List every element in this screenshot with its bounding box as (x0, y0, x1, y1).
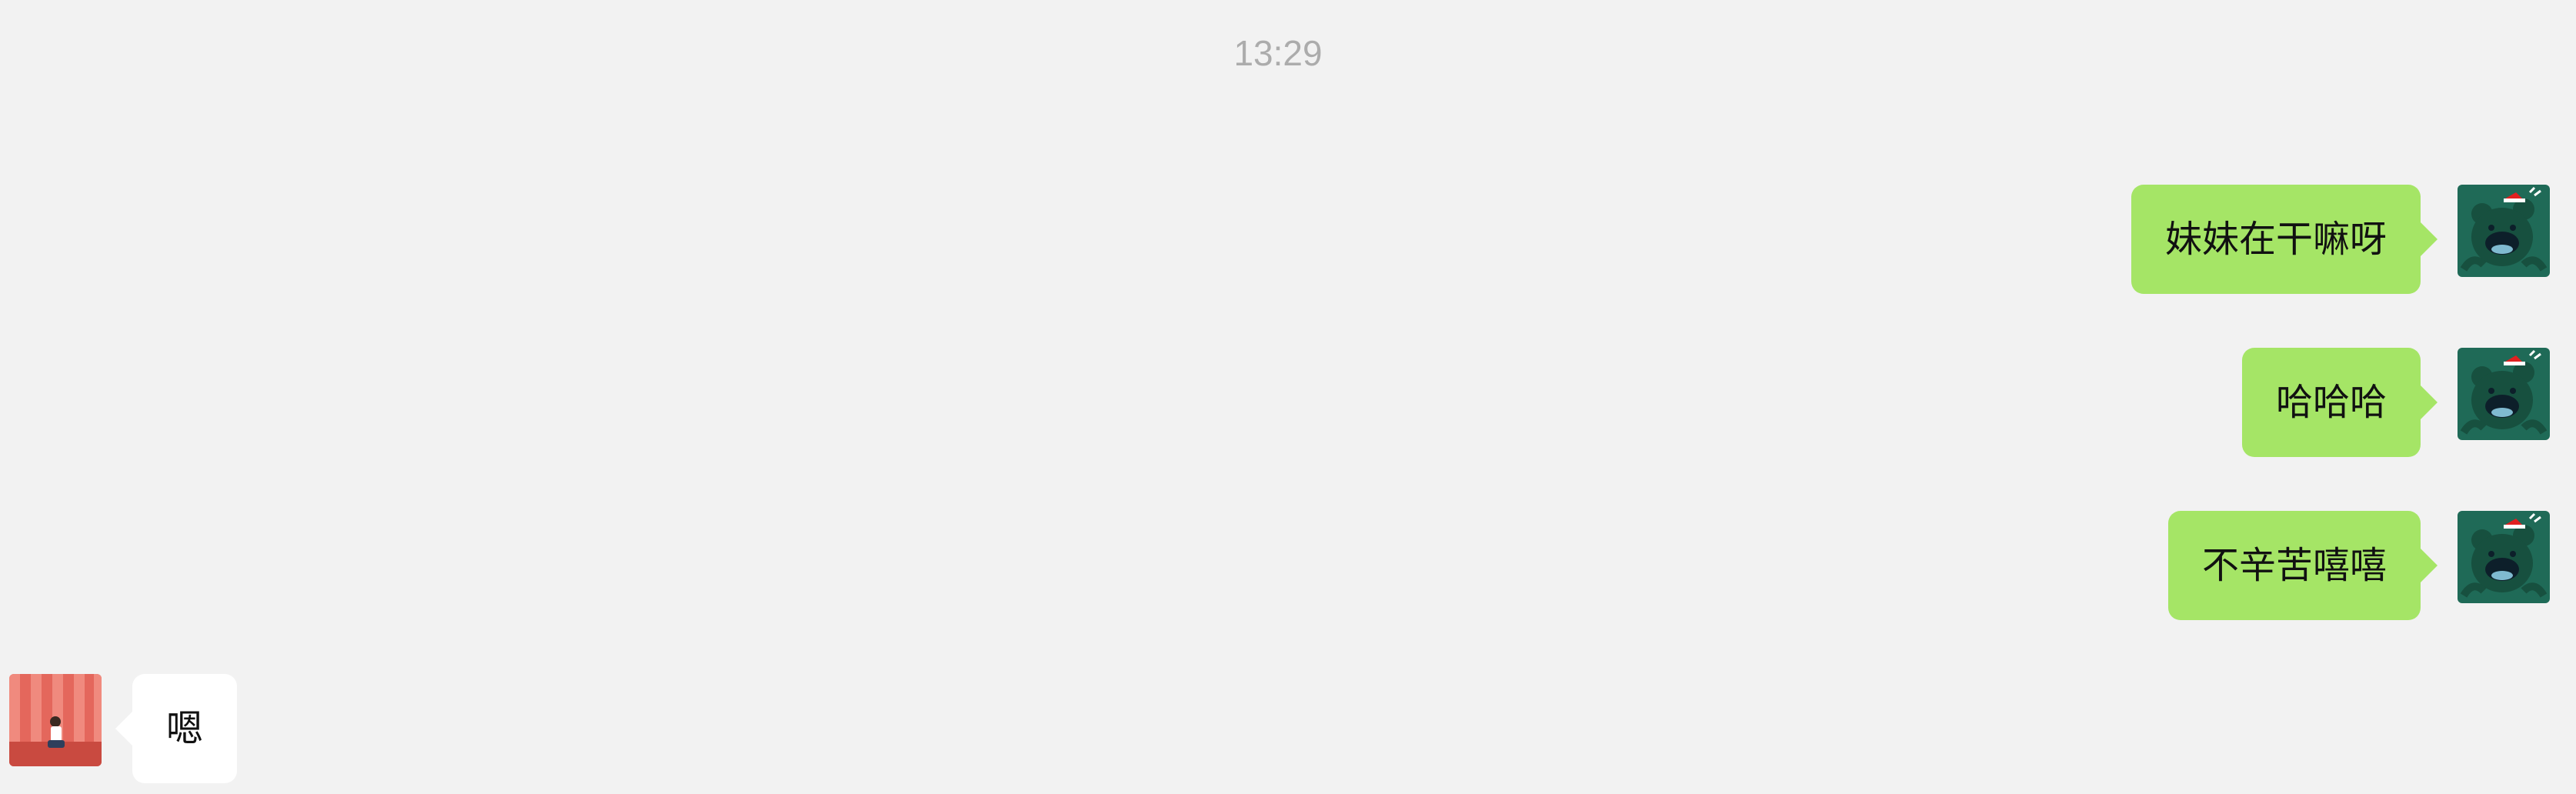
contact-avatar[interactable] (9, 674, 102, 766)
outgoing-message-bubble[interactable]: 不辛苦嘻嘻 (2167, 511, 2438, 620)
self-avatar[interactable] (2458, 511, 2550, 603)
message-row-outgoing: 妹妹在干嘛呀 (1627, 185, 2550, 294)
green-bear-avatar-icon (2458, 185, 2550, 277)
outgoing-message-bubble[interactable]: 哈哈哈 (2241, 348, 2438, 457)
green-bear-avatar-icon (2458, 511, 2550, 603)
message-timestamp: 13:29 (1233, 33, 1323, 73)
message-row-outgoing: 不辛苦嘻嘻 (1627, 511, 2550, 620)
self-avatar[interactable] (2458, 185, 2550, 277)
message-row-outgoing: 哈哈哈 (1627, 348, 2550, 457)
message-row-incoming: 嗯 (9, 674, 625, 783)
self-avatar[interactable] (2458, 348, 2550, 440)
green-bear-avatar-icon (2458, 348, 2550, 440)
outgoing-message-bubble[interactable]: 妹妹在干嘛呀 (2131, 185, 2438, 294)
red-striped-photo-avatar-icon (9, 674, 102, 766)
incoming-message-bubble[interactable]: 嗯 (115, 674, 238, 783)
